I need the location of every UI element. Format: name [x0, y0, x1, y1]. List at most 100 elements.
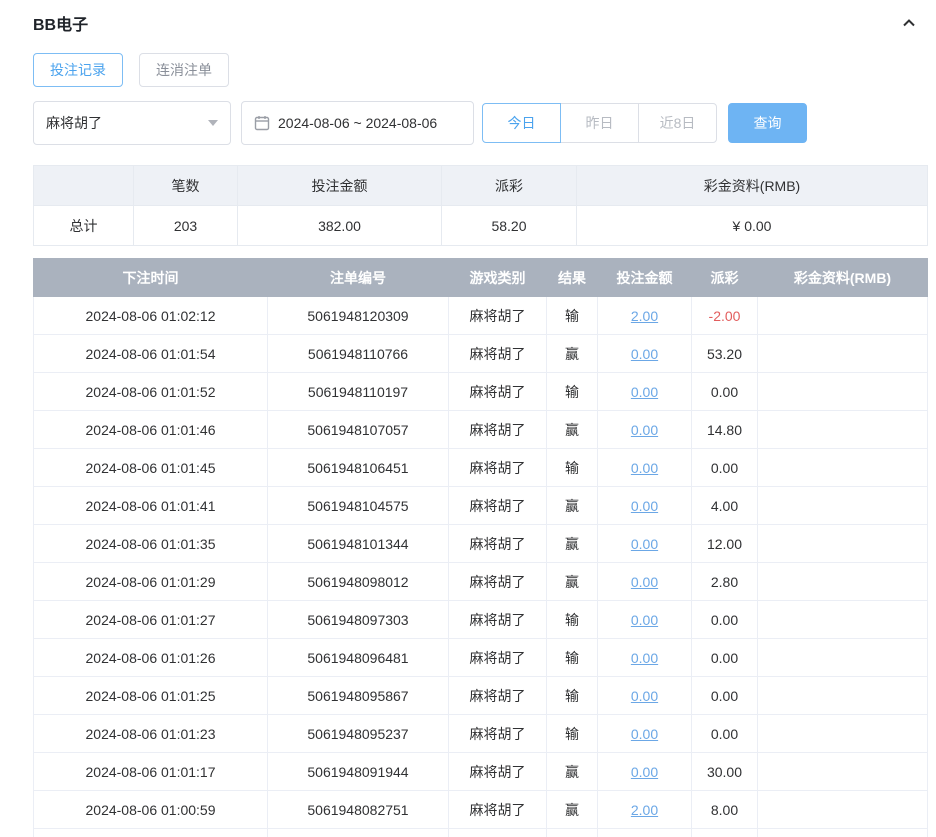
table-row: 2024-08-06 01:01:54 5061948110766 麻将胡了 赢… — [33, 334, 928, 373]
tab-bar: 投注记录 连消注单 — [33, 53, 927, 87]
cell-result: 赢 — [546, 486, 598, 525]
cell-game-category: 麻将胡了 — [448, 714, 547, 753]
tab-bet-records[interactable]: 投注记录 — [33, 53, 123, 87]
cell-order-number: 5061948096481 — [267, 638, 449, 677]
summary-header-blank — [33, 165, 134, 206]
summary-total-label: 总计 — [33, 205, 134, 246]
cell-bet-time: 2024-08-06 01:01:52 — [33, 372, 268, 411]
table-row: 2024-08-06 00:44:45 5061947580134 麻将胡了 赢… — [33, 828, 928, 837]
summary-table: 笔数 投注金额 派彩 彩金资料(RMB) 总计 203 382.00 58.20… — [33, 165, 928, 246]
table-row: 2024-08-06 01:01:52 5061948110197 麻将胡了 输… — [33, 372, 928, 411]
filter-bar: 麻将胡了 2024-08-06 ~ 2024-08-06 今日 昨日 近8日 查… — [33, 101, 927, 145]
cell-result: 赢 — [546, 562, 598, 601]
bet-amount-link[interactable]: 0.00 — [631, 498, 658, 514]
cell-bet-time: 2024-08-06 01:01:41 — [33, 486, 268, 525]
cell-result: 赢 — [546, 524, 598, 563]
page-title: BB电子 — [33, 17, 89, 34]
cell-payout: 30.00 — [691, 752, 758, 791]
cell-order-number: 5061948107057 — [267, 410, 449, 449]
summary-header-bet-amount: 投注金额 — [237, 165, 442, 206]
cell-bonus — [757, 486, 928, 525]
cell-payout: 13.40 — [691, 828, 758, 837]
cell-bonus — [757, 562, 928, 601]
cell-order-number: 5061948095867 — [267, 676, 449, 715]
bet-amount-link[interactable]: 0.00 — [631, 574, 658, 590]
cell-order-number: 5061948110766 — [267, 334, 449, 373]
cell-bonus — [757, 448, 928, 487]
cell-result: 输 — [546, 448, 598, 487]
yesterday-button[interactable]: 昨日 — [560, 103, 639, 143]
cell-bet-time: 2024-08-06 01:01:46 — [33, 410, 268, 449]
cell-game-category: 麻将胡了 — [448, 790, 547, 829]
cell-order-number: 5061948101344 — [267, 524, 449, 563]
cell-order-number: 5061948095237 — [267, 714, 449, 753]
bet-amount-link[interactable]: 2.00 — [631, 308, 658, 324]
bet-amount-link[interactable]: 0.00 — [631, 460, 658, 476]
bet-amount-link[interactable]: 2.00 — [631, 802, 658, 818]
table-row: 2024-08-06 01:02:12 5061948120309 麻将胡了 输… — [33, 296, 928, 335]
chevron-up-icon[interactable] — [901, 15, 917, 31]
bet-amount-link[interactable]: 0.00 — [631, 650, 658, 666]
cell-bet-time: 2024-08-06 01:01:17 — [33, 752, 268, 791]
cell-bet-time: 2024-08-06 01:01:23 — [33, 714, 268, 753]
cell-game-category: 麻将胡了 — [448, 562, 547, 601]
cell-result: 赢 — [546, 410, 598, 449]
cell-game-category: 麻将胡了 — [448, 524, 547, 563]
cell-bet-time: 2024-08-06 01:01:45 — [33, 448, 268, 487]
cell-game-category: 麻将胡了 — [448, 600, 547, 639]
today-button[interactable]: 今日 — [482, 103, 561, 143]
col-header-result: 结果 — [546, 258, 598, 297]
col-header-payout: 派彩 — [691, 258, 758, 297]
bet-table-body: 2024-08-06 01:02:12 5061948120309 麻将胡了 输… — [33, 296, 928, 837]
bet-amount-link[interactable]: 0.00 — [631, 726, 658, 742]
cell-bonus — [757, 410, 928, 449]
bet-amount-link[interactable]: 0.00 — [631, 346, 658, 362]
cell-bonus — [757, 524, 928, 563]
cell-order-number: 5061948082751 — [267, 790, 449, 829]
cell-game-category: 麻将胡了 — [448, 828, 547, 837]
table-row: 2024-08-06 01:00:59 5061948082751 麻将胡了 赢… — [33, 790, 928, 829]
cell-payout: 0.00 — [691, 638, 758, 677]
cell-payout: 8.00 — [691, 790, 758, 829]
cell-game-category: 麻将胡了 — [448, 676, 547, 715]
cell-game-category: 麻将胡了 — [448, 334, 547, 373]
cell-game-category: 麻将胡了 — [448, 372, 547, 411]
cell-payout: 53.20 — [691, 334, 758, 373]
last-8-days-button[interactable]: 近8日 — [638, 103, 717, 143]
cell-bet-time: 2024-08-06 01:00:59 — [33, 790, 268, 829]
cell-payout: 12.00 — [691, 524, 758, 563]
bet-amount-link[interactable]: 0.00 — [631, 536, 658, 552]
cell-game-category: 麻将胡了 — [448, 448, 547, 487]
cell-payout: 2.80 — [691, 562, 758, 601]
cell-result: 输 — [546, 638, 598, 677]
cell-order-number: 5061948091944 — [267, 752, 449, 791]
summary-total-count: 203 — [133, 205, 238, 246]
bet-amount-link[interactable]: 0.00 — [631, 764, 658, 780]
bet-amount-link[interactable]: 0.00 — [631, 612, 658, 628]
cell-order-number: 5061947580134 — [267, 828, 449, 837]
cell-order-number: 5061948106451 — [267, 448, 449, 487]
cell-bonus — [757, 752, 928, 791]
cell-bonus — [757, 372, 928, 411]
table-row: 2024-08-06 01:01:45 5061948106451 麻将胡了 输… — [33, 448, 928, 487]
search-button[interactable]: 查询 — [728, 103, 807, 143]
bet-amount-link[interactable]: 0.00 — [631, 688, 658, 704]
bet-amount-link[interactable]: 0.00 — [631, 422, 658, 438]
cell-order-number: 5061948110197 — [267, 372, 449, 411]
game-select[interactable]: 麻将胡了 — [33, 101, 231, 145]
bet-amount-link[interactable]: 0.00 — [631, 384, 658, 400]
table-row: 2024-08-06 01:01:26 5061948096481 麻将胡了 输… — [33, 638, 928, 677]
cell-game-category: 麻将胡了 — [448, 296, 547, 335]
cell-bet-time: 2024-08-06 01:02:12 — [33, 296, 268, 335]
bet-records-panel: BB电子 投注记录 连消注单 麻将胡了 2024-08-06 ~ 2024-08… — [0, 0, 936, 837]
cell-result: 赢 — [546, 334, 598, 373]
date-range-picker[interactable]: 2024-08-06 ~ 2024-08-06 — [241, 101, 474, 145]
cell-game-category: 麻将胡了 — [448, 752, 547, 791]
table-row: 2024-08-06 01:01:29 5061948098012 麻将胡了 赢… — [33, 562, 928, 601]
cell-result: 赢 — [546, 752, 598, 791]
cell-result: 赢 — [546, 828, 598, 837]
table-row: 2024-08-06 01:01:41 5061948104575 麻将胡了 赢… — [33, 486, 928, 525]
cell-bet-time: 2024-08-06 01:01:26 — [33, 638, 268, 677]
tab-cancelled-orders[interactable]: 连消注单 — [139, 53, 229, 87]
quick-date-button-group: 今日 昨日 近8日 — [482, 103, 717, 143]
